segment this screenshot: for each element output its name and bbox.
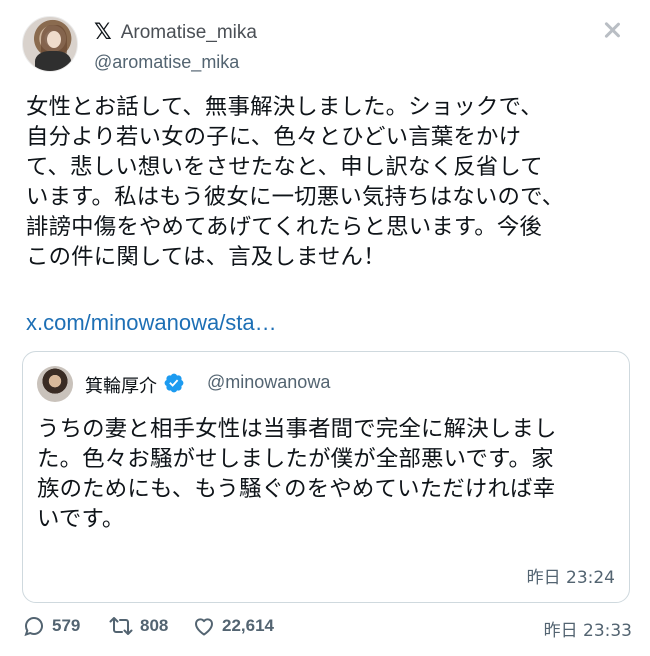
tweet-timestamp[interactable]: 昨日 23:33 (544, 616, 632, 641)
x-logo-icon: 𝕏 (94, 20, 112, 45)
quote-timestamp[interactable]: 昨日 23:24 (527, 563, 615, 588)
like-count: 22,614 (222, 616, 274, 635)
reply-count: 579 (52, 616, 81, 635)
author-avatar[interactable] (22, 16, 78, 72)
close-icon[interactable] (602, 20, 622, 40)
heart-icon (195, 618, 213, 636)
reply-icon (24, 617, 43, 637)
author-handle[interactable]: @aromatise_mika (94, 52, 239, 73)
retweet-count: 808 (140, 616, 169, 635)
tweet-header: 𝕏 Aromatise_mika @aromatise_mika (22, 14, 632, 78)
quoted-tweet[interactable]: 箕輪厚介 @minowanowa うちの妻と相手女性は当事者間で完全に解決しまし… (22, 351, 630, 603)
author-name-row: 𝕏 Aromatise_mika (94, 20, 257, 46)
tweet-text: 女性とお話して、無事解決しました。ショックで、 自分より若い女の子に、色々とひど… (26, 94, 565, 270)
tweet-link[interactable]: x.com/minowanowa/sta… (26, 310, 277, 336)
retweet-button[interactable]: 808 (108, 614, 168, 638)
author-display-name[interactable]: Aromatise_mika (121, 22, 257, 44)
quote-author-name[interactable]: 箕輪厚介 (85, 372, 157, 398)
tweet-actions: 579 808 22,614 昨日 23:33 (22, 614, 632, 642)
like-button[interactable]: 22,614 (192, 614, 274, 638)
quote-text: うちの妻と相手女性は当事者間で完全に解決しまし た。色々お騒がせしましたが僕が全… (37, 416, 557, 532)
retweet-icon (109, 617, 133, 635)
verified-badge-icon (164, 373, 184, 393)
reply-button[interactable]: 579 (22, 614, 80, 638)
quote-author-handle[interactable]: @minowanowa (207, 372, 330, 393)
quote-author-avatar[interactable] (37, 366, 73, 402)
